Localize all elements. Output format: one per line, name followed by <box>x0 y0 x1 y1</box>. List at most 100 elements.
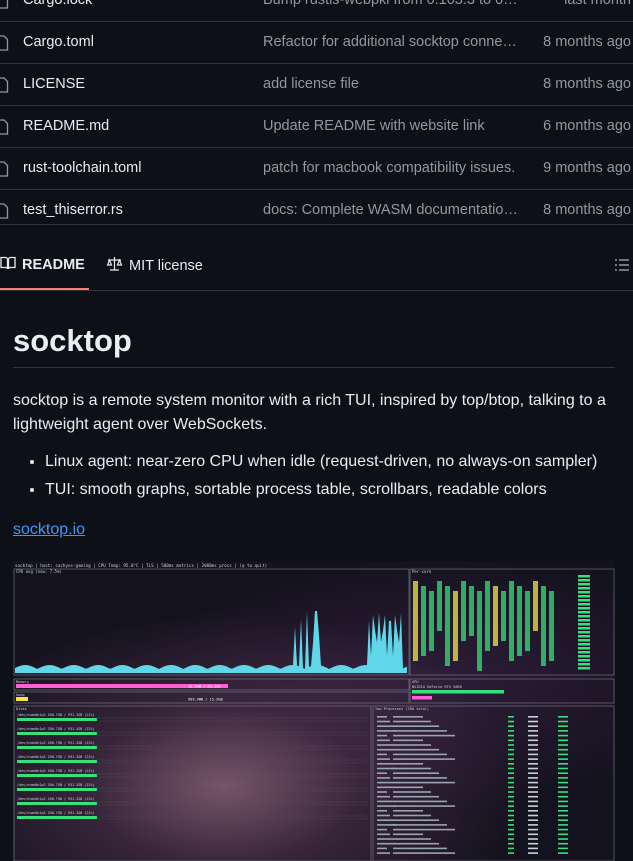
proc-mem <box>528 819 538 821</box>
proc-mem <box>528 800 538 803</box>
proc-mem <box>528 824 538 826</box>
proc-name <box>393 847 447 850</box>
list-item: TUI: smooth graphs, sortable process tab… <box>45 478 633 502</box>
book-icon <box>0 255 16 275</box>
file-row[interactable]: Cargo.lock Bump rustls-webpki from 0.103.… <box>0 0 633 22</box>
proc-pid <box>377 828 387 831</box>
proc-mem <box>528 795 538 798</box>
proc-mem <box>528 781 538 784</box>
proc-pid <box>377 810 387 812</box>
tab-license[interactable]: MIT license <box>106 242 203 289</box>
proc-name <box>393 786 423 789</box>
disk-track <box>96 731 368 736</box>
disk-entry: /dev/nvme0n1p3 200.7GB / 931.2GB (22%) <box>17 713 95 717</box>
file-row[interactable]: LICENSE add license file 8 months ago <box>0 64 633 106</box>
per-core-label: Per-core <box>412 569 432 574</box>
proc-mempct <box>558 753 568 756</box>
proc-mempct <box>558 725 568 727</box>
file-name[interactable]: README.md <box>23 118 109 134</box>
proc-pid <box>377 716 387 718</box>
disk-usage-bar <box>17 816 97 819</box>
core-readout <box>578 643 590 646</box>
commit-time: 8 months ago <box>543 34 631 50</box>
proc-pid <box>377 814 390 817</box>
proc-mempct <box>558 739 568 742</box>
proc-mempct <box>558 786 568 789</box>
readme-tabs: README MIT license <box>0 242 633 291</box>
proc-cpu <box>508 791 514 793</box>
core-bar <box>469 586 474 636</box>
file-row[interactable]: README.md Update README with website link… <box>0 106 633 148</box>
swap-bar <box>16 697 28 701</box>
disk-usage-bar <box>17 774 97 777</box>
core-readout <box>578 583 590 586</box>
proc-pid <box>377 795 390 798</box>
proc-mem <box>528 842 538 845</box>
proc-cpu <box>508 777 514 779</box>
core-bar <box>461 581 466 641</box>
file-name[interactable]: Cargo.lock <box>23 0 92 8</box>
proc-pid <box>377 720 390 723</box>
proc-cpu <box>508 758 514 760</box>
core-readout <box>578 587 590 590</box>
proc-cpu <box>508 763 514 765</box>
core-bar <box>517 586 522 656</box>
proc-name <box>393 814 431 817</box>
proc-pid <box>377 847 387 850</box>
proc-cpu <box>508 805 514 807</box>
proc-name <box>393 716 423 718</box>
proc-cpu <box>508 833 514 836</box>
tab-readme[interactable]: README <box>0 242 89 290</box>
proc-mem <box>528 805 538 807</box>
file-name[interactable]: Cargo.toml <box>23 34 94 50</box>
proc-cpu <box>508 748 514 751</box>
file-row[interactable]: Cargo.toml Refactor for additional sockto… <box>0 22 633 64</box>
core-bar <box>541 586 546 666</box>
proc-mem <box>528 748 538 751</box>
commit-message[interactable]: Bump rustls-webpki from 0.103.3 to 0… <box>263 0 518 8</box>
disk-usage-bar <box>17 746 97 749</box>
proc-name <box>393 781 455 784</box>
proc-name <box>393 824 447 826</box>
disk-usage-bar <box>17 788 97 791</box>
core-readout <box>578 619 590 622</box>
proc-mem <box>528 828 538 831</box>
file-name[interactable]: rust-toolchain.toml <box>23 160 141 176</box>
commit-message[interactable]: Refactor for additional socktop conne… <box>263 34 518 50</box>
proc-mempct <box>558 800 568 803</box>
disk-entry: /dev/nvme0n1p3 200.7GB / 931.2GB (22%) <box>17 811 95 815</box>
disk-track <box>96 801 368 806</box>
commit-message[interactable]: patch for macbook compatibility issues. <box>263 160 518 176</box>
scale-icon <box>106 256 123 276</box>
proc-name <box>393 720 431 723</box>
tab-license-label: MIT license <box>129 257 203 274</box>
proc-cpu <box>508 819 514 821</box>
file-name[interactable]: test_thiserror.rs <box>23 202 123 218</box>
website-link[interactable]: socktop.io <box>13 521 85 539</box>
commit-time: last month <box>564 0 631 8</box>
proc-name <box>393 819 439 821</box>
file-name[interactable]: LICENSE <box>23 76 85 92</box>
proc-mem <box>528 758 538 760</box>
commit-message[interactable]: Update README with website link <box>263 118 518 134</box>
commit-message[interactable]: docs: Complete WASM documentatio… <box>263 202 518 218</box>
proc-name <box>393 833 423 836</box>
core-readout <box>578 659 590 662</box>
commit-message[interactable]: add license file <box>263 76 518 92</box>
file-row[interactable]: rust-toolchain.toml patch for macbook com… <box>0 148 633 190</box>
proc-cpu <box>508 744 514 746</box>
proc-cpu <box>508 739 514 742</box>
disk-entry: /dev/nvme0n1p3 200.7GB / 931.2GB (22%) <box>17 797 95 801</box>
proc-mem <box>528 720 538 723</box>
tui-header: socktop | host: cachyos-gaming | CPU Tem… <box>15 563 267 568</box>
core-readout <box>578 607 590 610</box>
cpu-avg-label: CPU avg (now: 7.5%) <box>16 569 62 574</box>
proc-mempct <box>558 838 568 840</box>
procs-panel <box>372 705 615 861</box>
core-readout <box>578 595 590 598</box>
core-bar <box>477 591 482 671</box>
proc-pid <box>377 734 387 737</box>
outline-menu-icon[interactable] <box>615 258 629 272</box>
file-icon <box>0 161 9 177</box>
core-readout <box>578 591 590 594</box>
